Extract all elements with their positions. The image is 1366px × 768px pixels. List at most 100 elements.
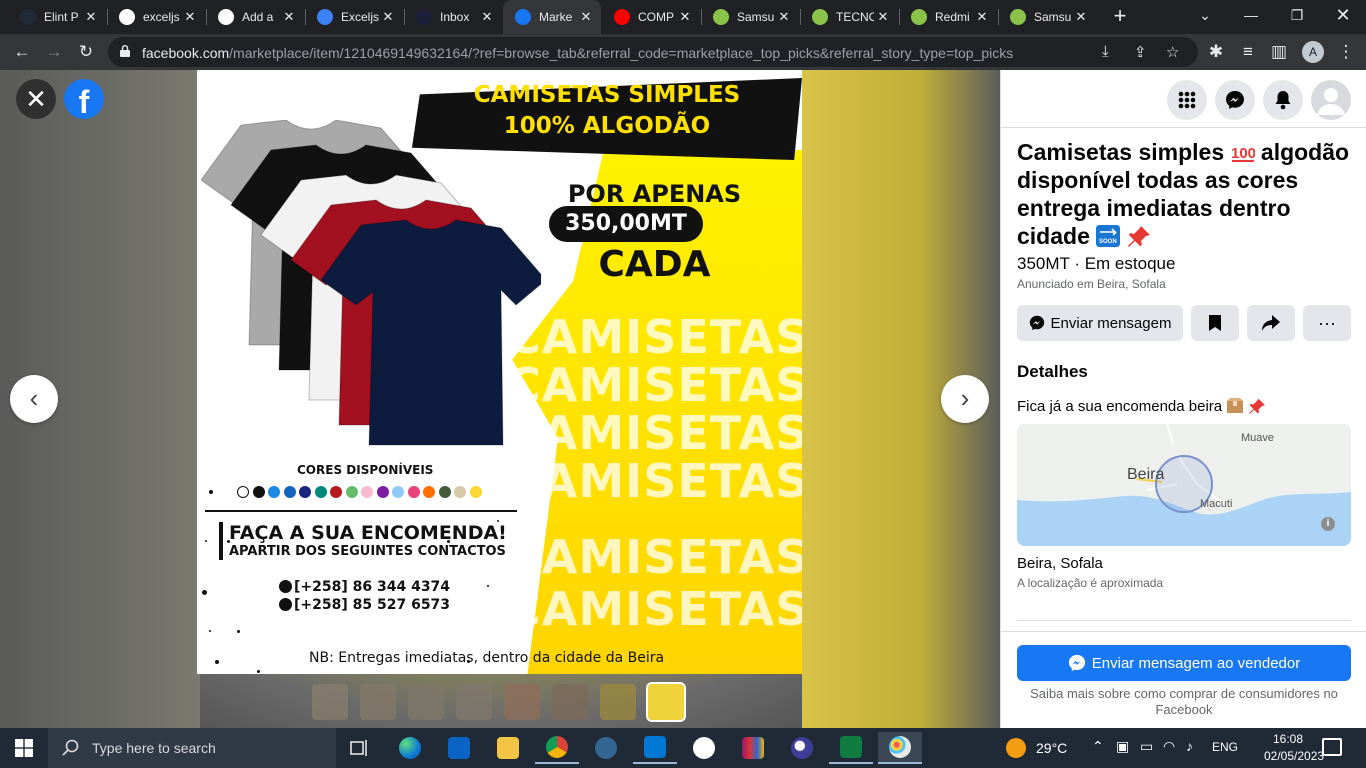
close-tab-icon[interactable]: ✕ — [676, 9, 694, 25]
image-thumbnail[interactable] — [646, 682, 686, 722]
taskbar-app-explorer[interactable] — [486, 732, 530, 764]
taskbar-search[interactable]: Type here to search — [48, 728, 336, 768]
profile-avatar[interactable] — [1311, 80, 1351, 120]
media-control-icon[interactable]: ≡ — [1234, 38, 1262, 66]
start-button[interactable] — [0, 728, 48, 768]
color-swatch — [314, 486, 327, 498]
previous-image-button[interactable]: ‹ — [10, 375, 58, 423]
close-window-button[interactable]: ✕ — [1320, 0, 1366, 30]
price-status: 350MT · Em estoque — [1017, 254, 1176, 273]
close-tab-icon[interactable]: ✕ — [280, 9, 298, 25]
messenger-icon[interactable] — [1215, 80, 1255, 120]
taskbar-app-edge[interactable] — [388, 732, 432, 764]
taskbar-app-eclipse[interactable] — [780, 732, 824, 764]
browser-tab[interactable]: Samsu ✕ — [998, 0, 1096, 34]
color-swatch — [423, 486, 435, 498]
taskbar-app-postgres[interactable] — [584, 732, 628, 764]
taskbar-app-excel[interactable] — [829, 732, 873, 764]
image-thumbnail[interactable] — [600, 684, 636, 720]
browser-tab[interactable]: Marke ✕ — [503, 0, 601, 34]
image-thumbnail[interactable] — [504, 684, 540, 720]
close-tab-icon[interactable]: ✕ — [874, 9, 892, 25]
wifi-icon[interactable]: ◠ — [1163, 738, 1175, 755]
share-button[interactable] — [1247, 305, 1295, 341]
taskbar-app-winrar[interactable] — [731, 732, 775, 764]
notifications-bell-icon[interactable] — [1263, 80, 1303, 120]
browser-tab[interactable]: Exceljs ✕ — [305, 0, 403, 34]
share-icon[interactable]: ⇪ — [1134, 43, 1147, 61]
chrome-menu-icon[interactable]: ⋮ — [1332, 38, 1360, 66]
volume-icon[interactable]: ♪ — [1186, 738, 1193, 754]
image-thumbnail[interactable] — [312, 684, 348, 720]
close-tab-icon[interactable]: ✕ — [775, 9, 793, 25]
image-thumbnail[interactable] — [552, 684, 588, 720]
lock-icon[interactable] — [120, 45, 130, 57]
extensions-icon[interactable]: ✱ — [1202, 38, 1230, 66]
address-bar[interactable]: facebook.com/marketplace/item/1210469149… — [108, 37, 1198, 67]
new-tab-button[interactable]: + — [1108, 4, 1132, 28]
weather-widget[interactable]: 29°C — [1006, 728, 1067, 768]
location-map[interactable]: Beira Muave Macuti i — [1017, 424, 1351, 546]
phone-number-1: [+258] 86 344 4374 — [279, 579, 450, 595]
close-tab-icon[interactable]: ✕ — [478, 9, 496, 25]
bookmark-star-icon[interactable]: ☆ — [1166, 43, 1179, 61]
back-button[interactable]: ← — [8, 38, 36, 66]
shop-icon — [1010, 9, 1026, 25]
phone-number-2: [+258] 85 527 6573 — [279, 597, 450, 613]
language-indicator[interactable]: ENG — [1212, 740, 1238, 754]
search-placeholder: Type here to search — [92, 740, 216, 756]
power-icon[interactable]: ▭ — [1140, 738, 1153, 755]
close-tab-icon[interactable]: ✕ — [379, 9, 397, 25]
close-tab-icon[interactable]: ✕ — [577, 9, 595, 25]
close-tab-icon[interactable]: ✕ — [82, 9, 100, 25]
restore-button[interactable]: ❐ — [1274, 0, 1320, 30]
message-seller-button[interactable]: Enviar mensagem ao vendedor — [1017, 645, 1351, 681]
browser-tab[interactable]: Inbox ✕ — [404, 0, 502, 34]
notification-center-icon[interactable] — [1322, 738, 1342, 756]
taskbar-app-outlook[interactable] — [437, 732, 481, 764]
image-thumbnail[interactable] — [360, 684, 396, 720]
tab-search-icon[interactable]: ⌄ — [1182, 0, 1228, 30]
profile-avatar[interactable]: A — [1302, 41, 1324, 63]
browser-tab[interactable]: Redmi ✕ — [899, 0, 997, 34]
send-message-button[interactable]: Enviar mensagem — [1017, 305, 1183, 341]
image-thumbnail[interactable] — [456, 684, 492, 720]
taskbar-app-vscode[interactable] — [633, 732, 677, 764]
taskbar-app-soccer[interactable] — [682, 732, 726, 764]
more-options-button[interactable]: ··· — [1303, 305, 1351, 341]
save-button[interactable] — [1191, 305, 1239, 341]
ink-speck — [237, 630, 240, 633]
image-thumbnail[interactable] — [408, 684, 444, 720]
browser-tab[interactable]: exceljs ✕ — [107, 0, 205, 34]
show-hidden-icons-icon[interactable]: ⌃ — [1092, 738, 1104, 755]
learn-more-link[interactable]: Saiba mais sobre como comprar de consumi… — [1017, 686, 1351, 718]
browser-tab[interactable]: Samsu ✕ — [701, 0, 799, 34]
pushpin-icon — [1127, 226, 1150, 247]
browser-tab[interactable]: Add a ✕ — [206, 0, 304, 34]
forward-button[interactable]: → — [40, 38, 68, 66]
install-app-icon[interactable]: ⤓ — [1102, 43, 1109, 60]
menu-grid-icon[interactable] — [1167, 80, 1207, 120]
facebook-logo-icon[interactable]: f — [64, 79, 104, 120]
browser-tab[interactable]: TECNO ✕ — [800, 0, 898, 34]
url-text[interactable]: facebook.com/marketplace/item/1210469149… — [142, 45, 1013, 61]
reload-button[interactable]: ↻ — [72, 38, 100, 66]
map-info-icon[interactable]: i — [1321, 517, 1335, 531]
meet-now-icon[interactable]: ▣ — [1116, 738, 1129, 755]
ellipsis-icon: ··· — [1318, 312, 1336, 333]
side-panel-icon[interactable]: ▥ — [1265, 38, 1293, 66]
browser-tab[interactable]: Elint P ✕ — [8, 0, 106, 34]
taskbar-app-chrome[interactable] — [535, 732, 579, 764]
close-tab-icon[interactable]: ✕ — [1072, 9, 1090, 25]
task-view-button[interactable] — [338, 732, 382, 764]
close-tab-icon[interactable]: ✕ — [181, 9, 199, 25]
minimize-button[interactable]: — — [1228, 0, 1274, 30]
system-clock[interactable]: 16:08 02/05/2023 — [1264, 731, 1324, 765]
next-image-button[interactable]: › — [941, 375, 989, 423]
close-viewer-button[interactable]: ✕ — [16, 79, 56, 119]
taskbar-app-paint[interactable] — [878, 732, 922, 764]
color-swatch — [392, 486, 404, 498]
close-tab-icon[interactable]: ✕ — [973, 9, 991, 25]
browser-tab[interactable]: COMP ✕ — [602, 0, 700, 34]
ink-speck — [205, 540, 207, 542]
